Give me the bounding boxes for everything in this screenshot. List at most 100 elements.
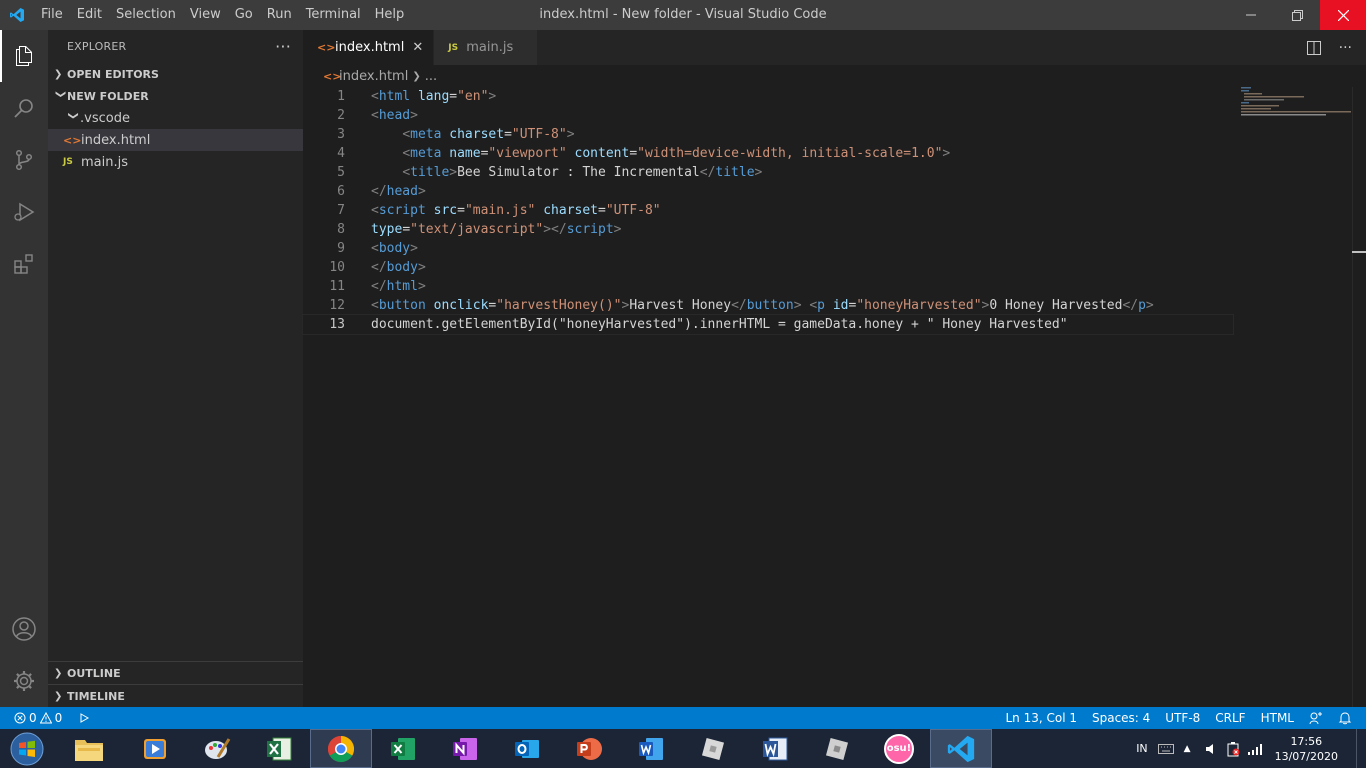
code-line[interactable]: 5 <title>Bee Simulator : The Incremental… bbox=[303, 163, 1233, 182]
open-editors-label: OPEN EDITORS bbox=[67, 67, 159, 81]
taskbar-chrome[interactable] bbox=[310, 729, 372, 768]
breadcrumb-rest[interactable]: ... bbox=[425, 69, 437, 84]
menu-go[interactable]: Go bbox=[228, 0, 260, 30]
feedback-icon[interactable] bbox=[1309, 711, 1323, 725]
close-tab-icon[interactable]: ✕ bbox=[412, 40, 423, 55]
code-line[interactable]: 9 <body> bbox=[303, 239, 1233, 258]
breadcrumb-file[interactable]: index.html bbox=[339, 69, 408, 84]
clock-time: 17:56 bbox=[1290, 734, 1323, 748]
code-token: </ bbox=[731, 298, 747, 313]
taskbar-roblox[interactable] bbox=[806, 729, 868, 768]
taskbar-word[interactable] bbox=[620, 729, 682, 768]
menu-selection[interactable]: Selection bbox=[109, 0, 183, 30]
restore-button[interactable] bbox=[1274, 0, 1320, 30]
volume-icon[interactable] bbox=[1205, 742, 1219, 756]
open-editors-section[interactable]: ❯ OPEN EDITORS bbox=[48, 63, 303, 85]
tree-item-vscode[interactable]: ❯ .vscode bbox=[48, 107, 303, 129]
indentation[interactable]: Spaces: 4 bbox=[1092, 711, 1150, 725]
problems-indicator[interactable]: 0 0 bbox=[14, 711, 62, 725]
code-token: = bbox=[457, 203, 465, 218]
cursor-position[interactable]: Ln 13, Col 1 bbox=[1005, 711, 1077, 725]
taskbar-paint[interactable] bbox=[186, 729, 248, 768]
taskbar-powerpoint[interactable] bbox=[558, 729, 620, 768]
taskbar-excel[interactable] bbox=[372, 729, 434, 768]
code-token: "en" bbox=[457, 89, 489, 104]
taskbar-excel-2010[interactable] bbox=[248, 729, 310, 768]
folder-section[interactable]: ❯ NEW FOLDER bbox=[48, 85, 303, 107]
taskbar-media-player[interactable] bbox=[124, 729, 186, 768]
code-line[interactable]: 7 <script src="main.js" charset="UTF-8" bbox=[303, 201, 1233, 220]
minimize-button[interactable] bbox=[1228, 0, 1274, 30]
editor-area: <> index.html ✕ JS main.js ··· <> index.… bbox=[302, 30, 1366, 707]
menu-terminal[interactable]: Terminal bbox=[299, 0, 368, 30]
editor-tabs: <> index.html ✕ JS main.js ··· bbox=[303, 30, 1366, 65]
tab-main-js[interactable]: JS main.js bbox=[434, 30, 539, 65]
code-token: </ bbox=[371, 260, 387, 275]
code-line[interactable]: 2 <head> bbox=[303, 106, 1233, 125]
code-line[interactable]: 1 <html lang="en"> bbox=[303, 87, 1233, 106]
menu-file[interactable]: File bbox=[34, 0, 70, 30]
taskbar-outlook[interactable] bbox=[496, 729, 558, 768]
run-debug-activity[interactable] bbox=[0, 186, 48, 238]
battery-icon[interactable] bbox=[1225, 741, 1241, 757]
editor-scrollbar[interactable] bbox=[1352, 87, 1366, 707]
network-signal-icon[interactable] bbox=[1247, 742, 1265, 756]
code-token: < bbox=[809, 298, 818, 313]
explorer-activity[interactable] bbox=[0, 30, 48, 82]
run-icon[interactable] bbox=[78, 712, 90, 724]
code-token: "UTF-8" bbox=[511, 127, 567, 142]
show-hidden-icons-icon[interactable]: ▲ bbox=[1184, 744, 1191, 754]
start-button[interactable] bbox=[0, 729, 54, 768]
menu-view[interactable]: View bbox=[183, 0, 228, 30]
taskbar-roblox-studio[interactable] bbox=[682, 729, 744, 768]
search-activity[interactable] bbox=[0, 82, 48, 134]
taskbar-onenote[interactable] bbox=[434, 729, 496, 768]
notifications-bell-icon[interactable] bbox=[1338, 711, 1352, 725]
taskbar-file-explorer[interactable] bbox=[54, 729, 124, 768]
code-token: p bbox=[1138, 298, 1146, 313]
code-token: > bbox=[417, 184, 426, 199]
code-editor[interactable]: 1 <html lang="en"> 2 <head> 3 <meta charset=… bbox=[302, 87, 1234, 335]
tree-item-index-html[interactable]: <> index.html bbox=[48, 129, 303, 151]
more-actions-button[interactable]: ··· bbox=[275, 37, 291, 56]
code-line[interactable]: 10 </body> bbox=[303, 258, 1233, 277]
line-ending[interactable]: CRLF bbox=[1215, 711, 1245, 725]
code-line[interactable]: 4 <meta name="viewport" content="width=d… bbox=[303, 144, 1233, 163]
language-mode[interactable]: HTML bbox=[1261, 711, 1294, 725]
split-editor-icon[interactable] bbox=[1306, 40, 1321, 55]
taskbar-vscode[interactable] bbox=[930, 729, 992, 768]
code-line[interactable]: 3 <meta charset="UTF-8"> bbox=[303, 125, 1233, 144]
code-line[interactable]: 6 </head> bbox=[303, 182, 1233, 201]
tab-index-html[interactable]: <> index.html ✕ bbox=[303, 30, 435, 65]
more-actions-icon[interactable]: ··· bbox=[1339, 40, 1352, 56]
code-line[interactable]: 11 </html> bbox=[303, 277, 1233, 296]
close-window-button[interactable] bbox=[1320, 0, 1366, 30]
html-file-icon: <> bbox=[63, 133, 82, 147]
keyboard-icon[interactable] bbox=[1157, 743, 1174, 755]
source-control-activity[interactable] bbox=[0, 134, 48, 186]
folder-label: NEW FOLDER bbox=[67, 89, 149, 103]
menu-run[interactable]: Run bbox=[260, 0, 299, 30]
code-line[interactable]: 12 <button onclick="harvestHoney()">Harve… bbox=[303, 296, 1233, 315]
code-line[interactable]: 13 document.getElementById("honeyHarveste… bbox=[302, 314, 1234, 335]
clock[interactable]: 17:56 13/07/2020 bbox=[1275, 734, 1338, 764]
minimap[interactable] bbox=[1241, 87, 1353, 117]
taskbar-word-2010[interactable] bbox=[744, 729, 806, 768]
input-language[interactable]: IN bbox=[1136, 742, 1147, 755]
tree-item-main-js[interactable]: JS main.js bbox=[48, 151, 303, 173]
show-desktop-button[interactable] bbox=[1356, 729, 1366, 768]
clock-date: 13/07/2020 bbox=[1274, 749, 1338, 763]
menu-help[interactable]: Help bbox=[368, 0, 412, 30]
code-token: document.getElementById("honeyHarvested"… bbox=[371, 317, 1068, 332]
extensions-activity[interactable] bbox=[0, 238, 48, 290]
manage-activity[interactable] bbox=[0, 655, 48, 707]
taskbar-osu[interactable]: osu! bbox=[868, 729, 930, 768]
menu-edit[interactable]: Edit bbox=[70, 0, 109, 30]
accounts-activity[interactable] bbox=[0, 603, 48, 655]
outline-section[interactable]: ❯ OUTLINE bbox=[48, 662, 303, 684]
encoding[interactable]: UTF-8 bbox=[1165, 711, 1200, 725]
code-token: Harvest Honey bbox=[629, 298, 732, 313]
timeline-section[interactable]: ❯ TIMELINE bbox=[48, 685, 303, 707]
code-line[interactable]: 8 type="text/javascript"></script> bbox=[303, 220, 1233, 239]
